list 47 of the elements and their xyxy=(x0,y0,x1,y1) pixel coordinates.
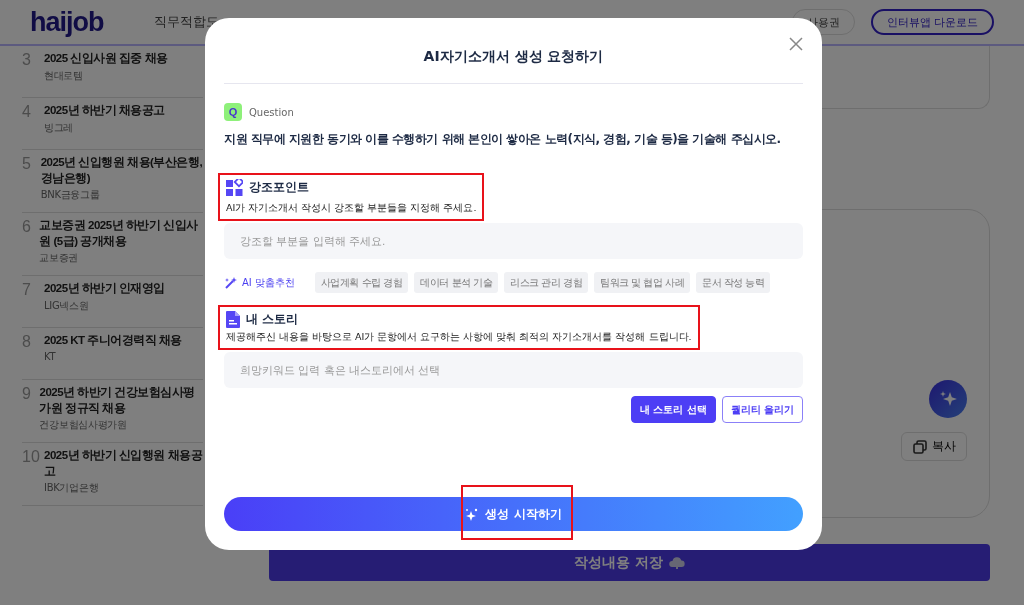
job-title[interactable]: 2025 신입사원 집중 채용 xyxy=(44,51,168,67)
keyword-chip[interactable]: 문서 작성 능력 xyxy=(696,272,771,293)
job-title[interactable]: 2025년 하반기 신입행원 채용공고 xyxy=(44,448,203,480)
company-name: BNK금융그룹 xyxy=(40,188,101,203)
job-title[interactable]: 2025년 하반기 인재영입 xyxy=(44,281,165,297)
job-title[interactable]: 2025년 하반기 건강보험심사평가원 정규직 채용 xyxy=(39,385,203,417)
emphasis-input[interactable]: 강조할 부분을 입력해 주세요. xyxy=(224,223,803,259)
keyword-chip[interactable]: 리스크 관리 경험 xyxy=(504,272,589,293)
company-name: 건강보험심사평가원 xyxy=(39,418,128,433)
keyword-chip[interactable]: 데이터 분석 기술 xyxy=(414,272,499,293)
keyword-chip[interactable]: 사업계획 수립 경험 xyxy=(314,272,409,293)
close-icon[interactable] xyxy=(789,37,803,51)
job-title[interactable]: 2025 KT 주니어경력직 채용 xyxy=(44,333,182,349)
keyword-chip[interactable]: 팀워크 및 협업 사례 xyxy=(594,272,691,293)
section-title: 강조포인트 xyxy=(249,179,309,196)
section-description: 제공해주신 내용을 바탕으로 AI가 문항에서 요구하는 사항에 맞춰 최적의 자기소개서를 작성해 드립니다. xyxy=(226,331,692,344)
story-button[interactable]: 퀄리티 올리기 xyxy=(721,396,803,423)
logo[interactable]: haijob xyxy=(30,6,104,38)
company-name: LIG넥스원 xyxy=(44,298,90,313)
blocks-icon xyxy=(226,179,243,196)
sparkle-button[interactable] xyxy=(929,380,967,418)
question-badge: Q xyxy=(224,103,242,121)
company-name: KT xyxy=(44,350,57,362)
magic-wand-icon xyxy=(224,275,238,290)
ai-recommend-label: AI 맞춤추천 xyxy=(224,275,295,290)
copy-icon xyxy=(912,438,928,455)
section-title: 내 스토리 xyxy=(246,311,299,328)
story-button[interactable]: 내 스토리 선택 xyxy=(630,396,716,423)
company-name: 교보증권 xyxy=(39,251,80,266)
job-title[interactable]: 2025년 하반기 채용공고 xyxy=(44,103,165,119)
company-name: 현대로템 xyxy=(44,68,84,83)
header-button[interactable]: 인터뷰앱 다운로드 xyxy=(870,9,994,35)
modal-title: AI자기소개서 생성 요청하기 xyxy=(423,48,604,66)
sparkle-icon xyxy=(465,507,480,521)
copy-button[interactable]: 복사 xyxy=(901,432,967,461)
upload-cloud-icon xyxy=(668,555,685,570)
section-description: AI가 자기소개서 작성시 강조할 부분들을 지정해 주세요. xyxy=(226,202,477,215)
company-name: 빙그레 xyxy=(44,120,75,135)
question-label: Question xyxy=(249,106,294,118)
generate-button[interactable]: 생성 시작하기 xyxy=(224,497,803,531)
document-icon xyxy=(226,311,240,328)
nav-link[interactable]: 직무적합도 xyxy=(153,13,219,31)
job-title[interactable]: 2025년 신입행원 채용(부산은행, 경남은행) xyxy=(40,155,203,187)
story-input[interactable]: 희망키워드 입력 혹은 내스토리에서 선택 xyxy=(224,352,803,388)
question-text: 지원 직무에 지원한 동기와 이를 수행하기 위해 본인이 쌓아온 노력(지식, 경험, 기술 등)을 기술해 주십시오. xyxy=(224,131,782,148)
job-title[interactable]: 교보증권 2025년 하반기 신입사원 (5급) 공개채용 xyxy=(39,218,203,250)
company-name: IBK기업은행 xyxy=(44,481,100,496)
